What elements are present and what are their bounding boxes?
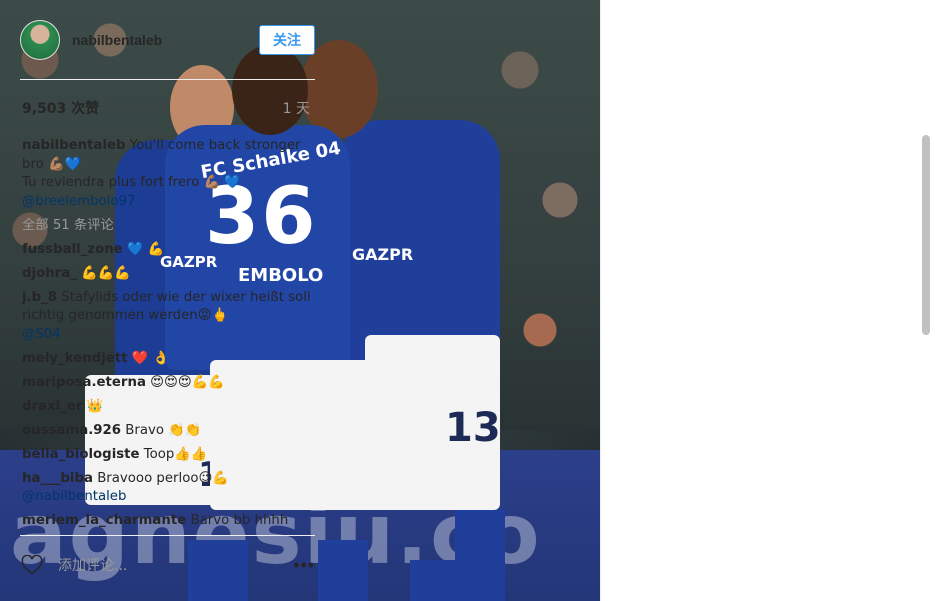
header-divider [20, 79, 315, 80]
comment-text: Bravooo perloo😉💪 [97, 470, 229, 486]
comment-text: 😍😍😍💪💪 [150, 374, 225, 390]
avatar[interactable] [20, 20, 60, 60]
load-more-comments[interactable]: 全部 51 条评论 [22, 217, 312, 236]
more-options-icon[interactable]: ••• [293, 555, 315, 576]
comment-item: mely_kendjett ❤️ 👌 [22, 350, 312, 369]
comment-text: 💙 💪 [126, 241, 165, 257]
comment-username[interactable]: fussball_zone [22, 242, 123, 257]
comment-text: 💪💪💪 [81, 265, 131, 281]
comment-item: djohra_ 💪💪💪 [22, 265, 312, 284]
comment-text: Bravo 👏👏 [125, 422, 202, 438]
number-right: 13 [445, 405, 501, 451]
comment-item: draxl_er 👑 [22, 398, 312, 417]
post-time[interactable]: 1 天 [283, 98, 310, 118]
comment-username[interactable]: djohra_ [22, 266, 77, 281]
post-actions: 添加评论... ••• [20, 548, 315, 582]
comment-item: fussball_zone 💙 💪 [22, 241, 312, 260]
caption-mention[interactable]: @breelembolo97 [22, 194, 135, 209]
comment-item: meriem_la_charmante Barvo bb hhhh [22, 512, 312, 531]
comment-mention[interactable]: @S04 [22, 327, 61, 342]
username-link[interactable]: nabilbentaleb [72, 32, 162, 48]
comment-username[interactable]: oussama.926 [22, 423, 121, 438]
heart-icon[interactable] [20, 554, 44, 576]
post-stats: 9,503 次赞 1 天 [22, 98, 310, 118]
comment-text: Toop👍👍 [143, 446, 208, 462]
sponsor-right: GAZPR [352, 245, 414, 264]
comments-scrollbar[interactable] [922, 135, 930, 335]
comment-username[interactable]: meriem_la_charmante [22, 513, 186, 528]
comment-input[interactable]: 添加评论... [58, 555, 127, 575]
comment-text: ❤️ 👌 [131, 350, 170, 366]
caption: nabilbentaleb You'll come back stronger … [22, 137, 312, 211]
player-center-socks-2 [318, 540, 368, 601]
comment-item: oussama.926 Bravo 👏👏 [22, 422, 312, 441]
comment-item: bella_biologiste Toop👍👍 [22, 446, 312, 465]
comment-item: mariposa.eterna 😍😍😍💪💪 [22, 374, 312, 393]
comment-mention[interactable]: @nabilbentaleb [22, 489, 126, 504]
post-header: nabilbentaleb 关注 [20, 18, 315, 62]
comment-username[interactable]: mariposa.eterna [22, 375, 146, 390]
post-sidebar [600, 0, 935, 601]
comment-username[interactable]: ha___biba [22, 471, 93, 486]
caption-username[interactable]: nabilbentaleb [22, 138, 126, 153]
comment-text: Barvo bb hhhh [190, 513, 289, 528]
comment-username[interactable]: bella_biologiste [22, 447, 140, 462]
comment-item: ha___biba Bravooo perloo😉💪 @nabilbentaleb [22, 470, 312, 507]
comment-item: j.b_8 Stafylids oder wie der wixer heißt… [22, 289, 312, 345]
player-right-socks-2 [410, 560, 465, 601]
actions-divider [20, 535, 315, 536]
comment-username[interactable]: mely_kendjett [22, 351, 128, 366]
heart-icon-svg [21, 555, 43, 575]
comment-text: 👑 [86, 398, 104, 414]
comment-username[interactable]: draxl_er [22, 399, 82, 414]
comment-username[interactable]: j.b_8 [22, 290, 57, 305]
likes-count[interactable]: 9,503 次赞 [22, 98, 99, 118]
comment-text: Stafylids oder wie der wixer heißt soll … [22, 289, 311, 324]
comments-list[interactable]: nabilbentaleb You'll come back stronger … [22, 137, 312, 532]
caption-line2: Tu reviendra plus fort frero 💪🏽 💙 [22, 175, 241, 190]
follow-button[interactable]: 关注 [259, 25, 315, 55]
